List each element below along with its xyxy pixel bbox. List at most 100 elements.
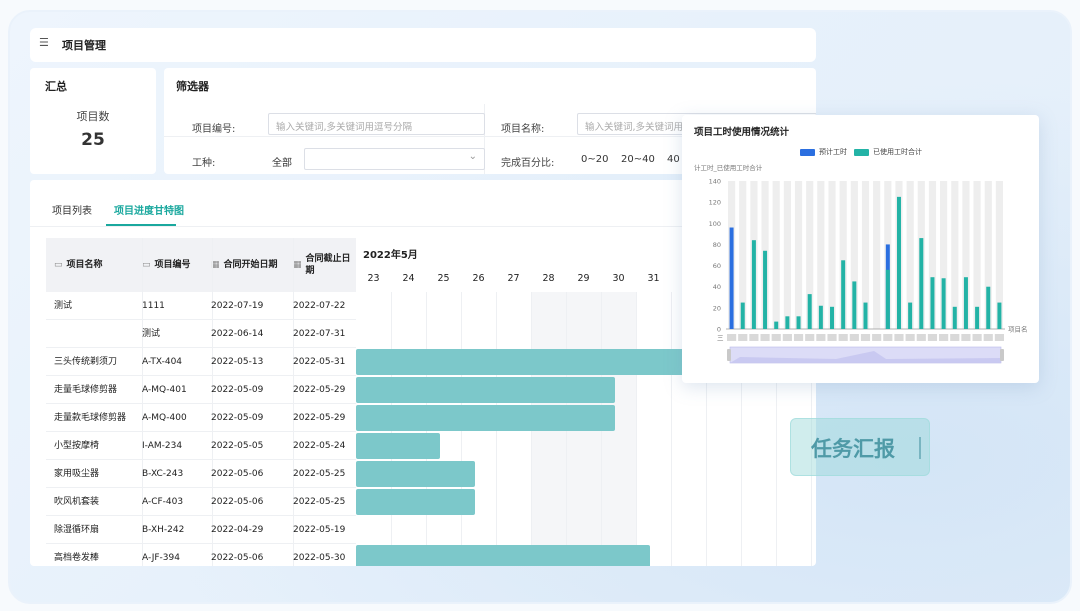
category-background bbox=[772, 181, 780, 329]
x-tick-label: 三 bbox=[717, 334, 724, 342]
table-row[interactable]: 小型按摩椅 I-AM-234 2022-05-05 2022-05-24 bbox=[46, 432, 356, 460]
x-tick-label-blur bbox=[827, 334, 837, 341]
category-background bbox=[828, 181, 836, 329]
bar-used[interactable] bbox=[908, 302, 913, 329]
filter-title: 筛选器 bbox=[176, 80, 209, 93]
project-count-label: 项目数 bbox=[76, 110, 110, 123]
gantt-bar[interactable] bbox=[356, 489, 475, 515]
project-name-label: 项目名称: bbox=[501, 124, 545, 135]
cell-end-date: 2022-05-19 bbox=[293, 525, 346, 535]
percent-option-40[interactable]: 40 bbox=[667, 154, 680, 165]
bar-used[interactable] bbox=[930, 277, 935, 329]
bar-used[interactable] bbox=[763, 250, 768, 329]
bar-used[interactable] bbox=[997, 302, 1002, 329]
percent-option-0-20[interactable]: 0~20 bbox=[581, 154, 608, 165]
gantt-bar[interactable] bbox=[356, 405, 615, 431]
header-end-date[interactable]: ▦ 合同截止日期 bbox=[293, 238, 353, 292]
x-tick-label-blur bbox=[872, 334, 882, 341]
y-tick-label: 60 bbox=[713, 262, 721, 270]
cell-end-date: 2022-05-25 bbox=[293, 469, 346, 479]
x-tick-label-blur bbox=[838, 334, 848, 341]
table-row[interactable]: 三头传统剃须刀 A-TX-404 2022-05-13 2022-05-31 bbox=[46, 348, 356, 376]
header-project-code[interactable]: ▭ 项目编号 bbox=[142, 238, 191, 292]
cell-start-date: 2022-05-13 bbox=[211, 357, 264, 367]
tab-gantt[interactable]: 项目进度甘特图 bbox=[114, 202, 184, 217]
task-report-badge[interactable]: 任务汇报 bbox=[790, 418, 930, 476]
header-project-name[interactable]: ▭ 项目名称 bbox=[54, 238, 103, 292]
table-row[interactable]: 吹风机套装 A-CF-403 2022-05-06 2022-05-25 bbox=[46, 488, 356, 516]
bar-used[interactable] bbox=[975, 306, 980, 329]
gantt-day-label: 25 bbox=[437, 273, 450, 284]
menu-fold-icon[interactable]: ☰ bbox=[39, 36, 49, 49]
gantt-day-label: 27 bbox=[507, 273, 520, 284]
gantt-bar[interactable] bbox=[356, 433, 440, 459]
category-background bbox=[951, 181, 959, 329]
bar-used[interactable] bbox=[841, 260, 846, 329]
cell-project-code: B-XH-242 bbox=[142, 525, 185, 535]
y-axis-label: 计工时_已使用工时合计 bbox=[694, 163, 763, 172]
cell-project-code: B-XC-243 bbox=[142, 469, 184, 479]
cell-start-date: 2022-06-14 bbox=[211, 329, 264, 339]
cell-end-date: 2022-07-22 bbox=[293, 301, 346, 311]
x-tick-label-blur bbox=[894, 334, 904, 341]
bar-used[interactable] bbox=[852, 281, 857, 329]
x-tick-label-blur bbox=[950, 334, 960, 341]
y-tick-label: 100 bbox=[709, 220, 721, 228]
table-row[interactable]: 测试 2022-06-14 2022-07-31 bbox=[46, 320, 356, 348]
bar-used[interactable] bbox=[807, 294, 812, 329]
bar-used[interactable] bbox=[896, 196, 901, 329]
x-tick-label-blur bbox=[961, 334, 971, 341]
cell-start-date: 2022-05-06 bbox=[211, 469, 264, 479]
percent-option-20-40[interactable]: 20~40 bbox=[621, 154, 655, 165]
chevron-down-icon: ⌄ bbox=[468, 151, 477, 162]
gantt-day-label: 30 bbox=[612, 273, 625, 284]
work-type-label: 工种: bbox=[192, 158, 216, 169]
bar-estimated[interactable] bbox=[729, 227, 734, 329]
gantt-gridline bbox=[636, 292, 637, 566]
page-title: 项目管理 bbox=[62, 39, 106, 52]
task-report-label: 任务汇报 bbox=[811, 437, 895, 461]
bar-used[interactable] bbox=[796, 316, 801, 329]
project-code-input[interactable]: 输入关键词,多关键词用逗号分隔 bbox=[268, 113, 485, 135]
zoom-slider-handle[interactable] bbox=[727, 349, 731, 361]
cell-start-date: 2022-07-19 bbox=[211, 301, 264, 311]
cell-project-name: 测试 bbox=[54, 301, 73, 311]
tab-project-list[interactable]: 项目列表 bbox=[52, 202, 92, 217]
bar-used[interactable] bbox=[963, 277, 968, 329]
bar-used[interactable] bbox=[863, 302, 868, 329]
bar-used[interactable] bbox=[941, 278, 946, 329]
zoom-slider-handle[interactable] bbox=[1000, 349, 1004, 361]
bar-used[interactable] bbox=[785, 316, 790, 329]
bar-used[interactable] bbox=[774, 321, 779, 329]
header-start-date[interactable]: ▦ 合同开始日期 bbox=[211, 238, 278, 292]
work-type-select[interactable]: ⌄ bbox=[304, 148, 485, 170]
bar-used[interactable] bbox=[740, 302, 745, 329]
table-row[interactable]: 除湿循环扇 B-XH-242 2022-04-29 2022-05-19 bbox=[46, 516, 356, 544]
bar-used[interactable] bbox=[830, 306, 835, 329]
table-row[interactable]: 走量毛球修剪器 A-MQ-401 2022-05-09 2022-05-29 bbox=[46, 376, 356, 404]
cell-project-code: A-TX-404 bbox=[142, 357, 183, 367]
text-field-icon: ▭ bbox=[54, 260, 63, 270]
percent-label: 完成百分比: bbox=[501, 158, 555, 169]
table-row[interactable]: 家用吸尘器 B-XC-243 2022-05-06 2022-05-25 bbox=[46, 460, 356, 488]
work-type-all-option[interactable]: 全部 bbox=[272, 154, 292, 169]
cell-project-name: 除湿循环扇 bbox=[54, 525, 100, 535]
table-row[interactable]: 走量款毛球修剪器 A-MQ-400 2022-05-09 2022-05-29 bbox=[46, 404, 356, 432]
gantt-bar[interactable] bbox=[356, 377, 615, 403]
bar-used[interactable] bbox=[751, 240, 756, 329]
bar-used[interactable] bbox=[986, 286, 991, 329]
gantt-bar[interactable] bbox=[356, 545, 650, 566]
table-row[interactable]: 高档卷发棒 A-JF-394 2022-05-06 2022-05-30 bbox=[46, 544, 356, 566]
gantt-bar[interactable] bbox=[356, 461, 475, 487]
bar-used[interactable] bbox=[818, 305, 823, 329]
x-tick-label-blur bbox=[994, 334, 1004, 341]
x-tick-label-blur bbox=[983, 334, 993, 341]
cell-end-date: 2022-05-30 bbox=[293, 553, 346, 563]
header-label: 项目名称 bbox=[66, 260, 103, 270]
table-row[interactable]: 测试 1111 2022-07-19 2022-07-22 bbox=[46, 292, 356, 320]
cell-end-date: 2022-05-24 bbox=[293, 441, 346, 451]
bar-used[interactable] bbox=[919, 238, 924, 329]
gantt-bar[interactable] bbox=[356, 349, 685, 375]
bar-used[interactable] bbox=[885, 269, 890, 329]
bar-used[interactable] bbox=[952, 306, 957, 329]
